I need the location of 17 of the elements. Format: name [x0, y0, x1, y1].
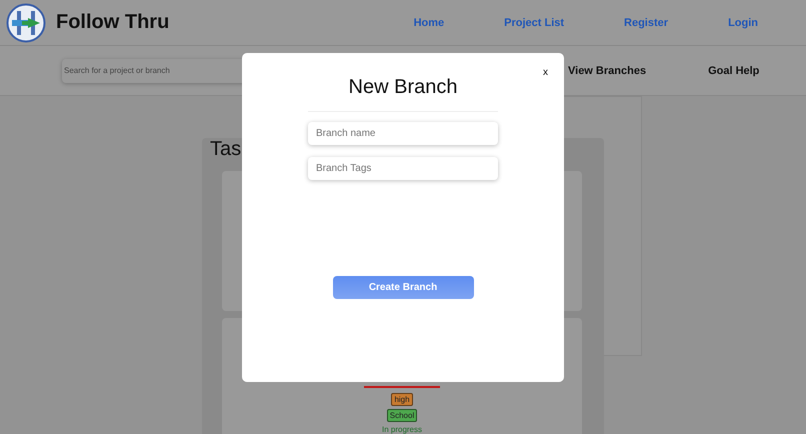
modal-title: New Branch: [348, 76, 458, 99]
input-field[interactable]: Branch name: [308, 122, 498, 145]
nav-link[interactable]: View Branches: [568, 64, 646, 76]
board-title: Tas: [210, 138, 242, 161]
task-tag: School: [386, 409, 418, 422]
nav-link[interactable]: Register: [624, 16, 668, 28]
nav-link[interactable]: Goal Help: [708, 64, 760, 76]
nav-link[interactable]: Login: [728, 16, 758, 28]
create-branch-button[interactable]: Create Branch: [332, 276, 474, 299]
task-tag: high: [391, 393, 413, 406]
brand-title: Follow Thru: [56, 11, 170, 34]
close-button[interactable]: x: [543, 67, 548, 78]
nav-link[interactable]: Project List: [504, 16, 564, 28]
logo-icon: [6, 2, 46, 42]
input-field[interactable]: Branch Tags: [308, 157, 498, 180]
task-status: In progress: [382, 425, 422, 434]
nav-link[interactable]: Home: [414, 16, 444, 28]
